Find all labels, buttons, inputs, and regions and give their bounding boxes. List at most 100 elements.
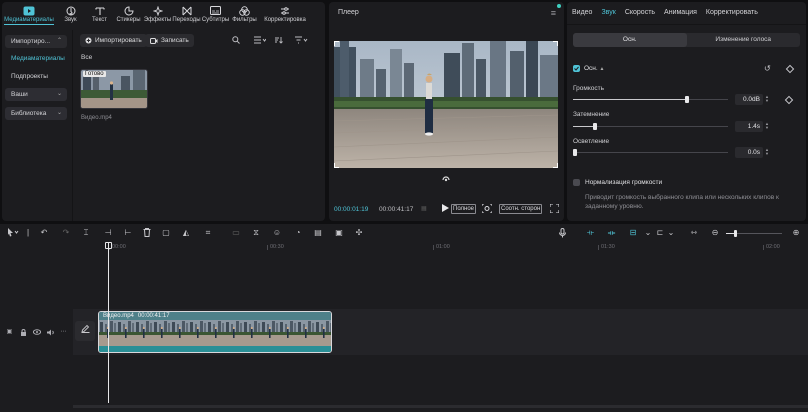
slider-knob[interactable] [734,230,737,237]
image-edit-icon[interactable]: ▣ [334,228,344,238]
fade-in-stepper[interactable]: ▲ ▼ [765,122,770,130]
sidebar-item-media[interactable]: Медиаматериалы [5,52,67,65]
timeline-scrollbar[interactable] [73,405,808,408]
normalize-checkbox[interactable] [573,179,580,186]
filter-type-icon[interactable] [294,36,310,46]
basic-section-label[interactable]: Осн. ▲ [584,65,604,72]
play-button[interactable] [442,204,449,214]
volume-value[interactable]: 0.0dB [735,94,763,105]
zoom-out-icon[interactable]: ⊖ [710,228,720,238]
sidebar-item-yours[interactable]: Ваши ⌄ [5,88,67,101]
tab-speed[interactable]: Скорость [625,2,655,24]
sort-icon[interactable] [273,36,283,46]
fade-out-stepper[interactable]: ▲ ▼ [765,148,770,156]
zoom-in-icon[interactable]: ⊕ [791,228,801,238]
keyframe-icon[interactable] [784,95,794,105]
tool-transitions[interactable]: Переходы [172,2,201,28]
crop-corner[interactable] [334,163,339,168]
full-quality-button[interactable]: Полное [451,204,477,214]
track-cover-icon[interactable]: ▣ [6,329,13,336]
chevron-down-icon[interactable]: ⌄ [643,228,653,238]
chevron-down-icon[interactable]: ⌄ [666,228,676,238]
tab-animation[interactable]: Анимация [664,2,697,24]
delete-icon[interactable] [142,228,152,238]
playhead[interactable] [108,243,109,403]
volume-stepper[interactable]: ▲ ▼ [765,95,770,103]
crop-icon[interactable]: ⌗ [203,228,213,238]
cover-edit-button[interactable] [75,321,95,341]
fade-in-slider[interactable] [573,123,728,130]
fullscreen-icon[interactable] [549,203,560,214]
tool-media[interactable]: Медиаматериалы [2,2,56,28]
tool-filters[interactable]: Фильтры [230,2,259,28]
tab-audio[interactable]: Звук [601,2,615,24]
crop-corner[interactable] [334,41,339,46]
eye-icon[interactable] [32,329,42,336]
import-button[interactable]: Импортировать [80,34,147,47]
transform-icon[interactable]: ▭ [231,228,241,238]
menu-icon[interactable]: ≡ [551,8,556,18]
tool-text[interactable]: Текст [85,2,114,28]
fit-icon[interactable]: ⇿ [689,228,699,238]
auto-snap-icon[interactable]: ⟚ [605,228,618,238]
crop-corner[interactable] [553,163,558,168]
link-icon[interactable]: ⊟ [626,228,640,238]
tab-adjust[interactable]: Корректировать [706,2,758,24]
lock-icon[interactable] [20,329,27,336]
magnet-main-track-icon[interactable]: ⟛ [584,228,597,238]
fade-out-value[interactable]: 0.0s [735,147,763,158]
sidebar-item-library[interactable]: Библиотека ⌄ [5,107,67,120]
avatar-icon[interactable]: ☺ [272,228,282,238]
fade-in-value[interactable]: 1.4s [735,121,763,132]
search-icon[interactable] [231,36,241,46]
preview-axis-icon[interactable]: ⊏ [655,228,665,238]
split-icon[interactable]: ⌶ [81,228,91,238]
tool-audio[interactable]: Звук [56,2,85,28]
volume-slider[interactable] [573,96,728,103]
speaker-icon[interactable] [47,329,54,336]
aspect-ratio-button[interactable]: Соотн. сторон [499,204,543,214]
slider-knob[interactable] [685,96,689,103]
speed-icon[interactable]: ◔ [293,228,303,238]
tool-label: Стикеры [116,17,141,23]
tool-stickers[interactable]: Стикеры [114,2,143,28]
tool-adjust[interactable]: Корректировка [259,2,311,28]
grid-icon[interactable]: ▦ [421,204,431,214]
sidebar-item-subprojects[interactable]: Подпроекты [5,70,67,83]
keyframe-icon[interactable] [785,64,795,74]
undo-icon[interactable]: ↶ [39,228,49,238]
video-clip[interactable]: Видео.mp4 00:00:41:17 [98,311,332,353]
select-tool-icon[interactable] [6,228,20,238]
split-left-icon[interactable]: ⊣ [103,228,113,238]
reverse-icon[interactable]: ⧖ [251,228,261,238]
time-ruler[interactable]: 00:00 00:30 01:00 01:30 02:00 [73,242,808,254]
record-button[interactable]: Записать [145,34,194,47]
tool-subtitles[interactable]: Субтитры [201,2,230,28]
zoom-slider[interactable] [726,230,782,237]
slider-knob[interactable] [593,123,597,130]
import-dropdown[interactable]: Импортиро... ⌃ [5,35,67,48]
crop-corner[interactable] [553,41,558,46]
segment-basic[interactable]: Осн. [573,33,687,47]
mirror-icon[interactable]: ◭ [181,228,191,238]
tool-effects[interactable]: Эффекты [143,2,172,28]
magic-icon[interactable]: ✣ [354,228,364,238]
snapshot-icon[interactable] [481,203,493,214]
fade-out-slider[interactable] [573,149,728,156]
basic-checkbox[interactable] [573,65,580,72]
view-mode-icon[interactable] [253,36,267,46]
tab-video[interactable]: Видео [572,2,592,24]
video-preview[interactable] [334,41,558,168]
microphone-icon[interactable] [557,228,567,238]
split-right-icon[interactable]: ⊢ [123,228,133,238]
slider-knob[interactable] [573,149,577,156]
segment-voice-change[interactable]: Изменение голоса [687,33,801,47]
subtitle-icon[interactable]: ▤ [313,228,323,238]
more-icon[interactable]: ⋯ [60,329,67,336]
slider-fill [573,126,594,127]
redo-icon[interactable]: ↷ [61,228,71,238]
freeze-icon[interactable]: ▢ [161,228,171,238]
media-thumbnail[interactable]: Готово [80,69,148,109]
reset-icon[interactable]: ↺ [764,64,771,73]
rotate-icon[interactable] [441,174,451,184]
